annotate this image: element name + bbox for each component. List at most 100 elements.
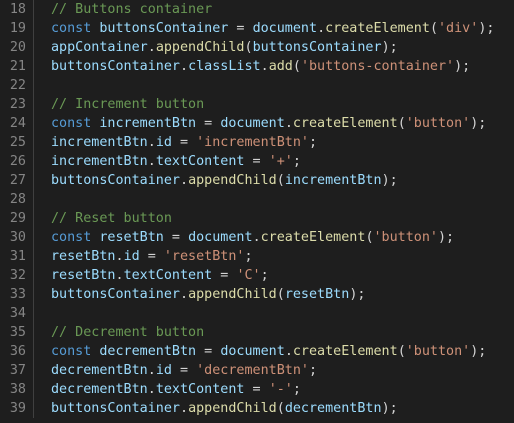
line-number: 38 (9, 382, 26, 397)
code-content: const incrementBtn = document.createElem… (51, 114, 486, 133)
code-line[interactable]: 32 resetBtn.textContent = 'C'; (0, 266, 514, 285)
token-plain: ); (438, 230, 455, 245)
code-line[interactable]: 36 const decrementBtn = document.createEl… (0, 342, 514, 361)
code-editor[interactable]: 18 // Buttons container 19 const buttonsCon… (0, 0, 514, 423)
code-line[interactable]: 38 decrementBtn.textContent = '-'; (0, 380, 514, 399)
token-plain: ; (309, 135, 318, 150)
token-variable: document (220, 344, 285, 359)
line-number: 20 (9, 40, 26, 55)
indent-guide (33, 38, 34, 57)
token-variable: resetBtn (51, 249, 116, 264)
token-plain: ; (292, 154, 301, 169)
indent-guide (33, 247, 34, 266)
code-line[interactable]: 19 const buttonsContainer = document.crea… (0, 19, 514, 38)
token-plain: . (115, 249, 124, 264)
indent-guide (33, 133, 34, 152)
code-line[interactable]: 35 // Decrement button (0, 323, 514, 342)
token-variable: decrementBtn (284, 401, 382, 416)
line-number: 19 (9, 21, 26, 36)
code-line[interactable]: 24 const incrementBtn = document.createEl… (0, 114, 514, 133)
token-string: 'button' (373, 230, 439, 245)
code-line[interactable]: 31 resetBtn.id = 'resetBtn'; (0, 247, 514, 266)
token-variable: buttonsContainer (51, 59, 180, 74)
token-plain: = (228, 21, 253, 36)
indent-guide (33, 19, 34, 38)
token-variable: buttonsContainer (252, 40, 382, 55)
token-plain: ( (397, 116, 406, 131)
token-plain: ( (365, 230, 374, 245)
indent-guide (33, 228, 34, 247)
token-plain: = (139, 249, 164, 264)
code-line[interactable]: 30 const resetBtn = document.createElemen… (0, 228, 514, 247)
code-content: incrementBtn.id = 'incrementBtn'; (51, 133, 317, 152)
code-line[interactable]: 39 buttonsContainer.appendChild(decrement… (0, 399, 514, 418)
code-line[interactable]: 29 // Reset button (0, 209, 514, 228)
code-content: decrementBtn.textContent = '-'; (51, 380, 301, 399)
line-number: 32 (9, 268, 26, 283)
token-plain: . (260, 59, 269, 74)
code-content: const buttonsContainer = document.create… (51, 19, 494, 38)
line-number: 21 (9, 59, 26, 74)
token-function: appendChild (188, 173, 277, 188)
token-plain: ; (260, 268, 269, 283)
indent-guide (33, 361, 34, 380)
token-function: appendChild (188, 401, 277, 416)
line-number: 26 (9, 154, 26, 169)
line-number: 33 (9, 287, 26, 302)
token-string: 'button' (405, 344, 471, 359)
token-plain: . (147, 382, 156, 397)
token-string: 'decrementBtn' (196, 363, 309, 378)
code-line[interactable]: 23 // Increment button (0, 95, 514, 114)
token-variable: buttonsContainer (51, 287, 180, 302)
code-line[interactable]: 26 incrementBtn.textContent = '+'; (0, 152, 514, 171)
indent-guide (33, 152, 34, 171)
token-function: appendChild (188, 287, 277, 302)
code-line[interactable]: 25 incrementBtn.id = 'incrementBtn'; (0, 133, 514, 152)
indent-guide (33, 0, 34, 19)
code-line[interactable]: 28 (0, 190, 514, 209)
token-plain: . (284, 344, 293, 359)
token-plain: . (147, 135, 156, 150)
token-plain: = (196, 344, 221, 359)
indent-guide (33, 342, 34, 361)
token-variable: classList (188, 59, 261, 74)
token-function: createElement (260, 230, 366, 245)
token-variable: decrementBtn (51, 363, 148, 378)
indent-guide (33, 266, 34, 285)
token-plain: = (163, 230, 189, 245)
code-line[interactable]: 34 (0, 304, 514, 323)
token-variable: incrementBtn (284, 173, 382, 188)
code-line[interactable]: 37 decrementBtn.id = 'decrementBtn'; (0, 361, 514, 380)
code-line[interactable]: 21 buttonsContainer.classList.add('button… (0, 57, 514, 76)
line-number: 36 (9, 344, 26, 359)
token-plain: ( (397, 344, 406, 359)
token-plain: ( (276, 173, 285, 188)
code-line[interactable]: 33 buttonsContainer.appendChild(resetBtn)… (0, 285, 514, 304)
token-variable: document (188, 230, 253, 245)
token-plain: = (212, 268, 237, 283)
line-number: 22 (9, 78, 26, 93)
token-variable: textContent (123, 268, 213, 283)
code-content: buttonsContainer.appendChild(resetBtn); (51, 285, 365, 304)
code-content: buttonsContainer.appendChild(incrementBt… (51, 171, 398, 190)
indent-guide (33, 285, 34, 304)
indent-guide (33, 76, 34, 95)
line-number: 18 (9, 2, 26, 17)
line-number: 35 (9, 325, 26, 340)
token-variable: decrementBtn (99, 344, 197, 359)
token-variable: incrementBtn (99, 116, 197, 131)
token-variable: resetBtn (51, 268, 116, 283)
code-line[interactable]: 20 appContainer.appendChild(buttonsContai… (0, 38, 514, 57)
token-plain: . (284, 116, 293, 131)
token-variable: textContent (155, 154, 245, 169)
code-content: buttonsContainer.appendChild(decrementBt… (51, 399, 398, 418)
token-string: 'resetBtn' (163, 249, 245, 264)
token-plain: = (244, 154, 269, 169)
token-comment: // Decrement button (51, 325, 205, 340)
token-string: 'incrementBtn' (196, 135, 309, 150)
code-line[interactable]: 18 // Buttons container (0, 0, 514, 19)
code-line[interactable]: 22 (0, 76, 514, 95)
token-keyword: const (51, 230, 92, 245)
token-variable: document (220, 116, 285, 131)
code-line[interactable]: 27 buttonsContainer.appendChild(increment… (0, 171, 514, 190)
